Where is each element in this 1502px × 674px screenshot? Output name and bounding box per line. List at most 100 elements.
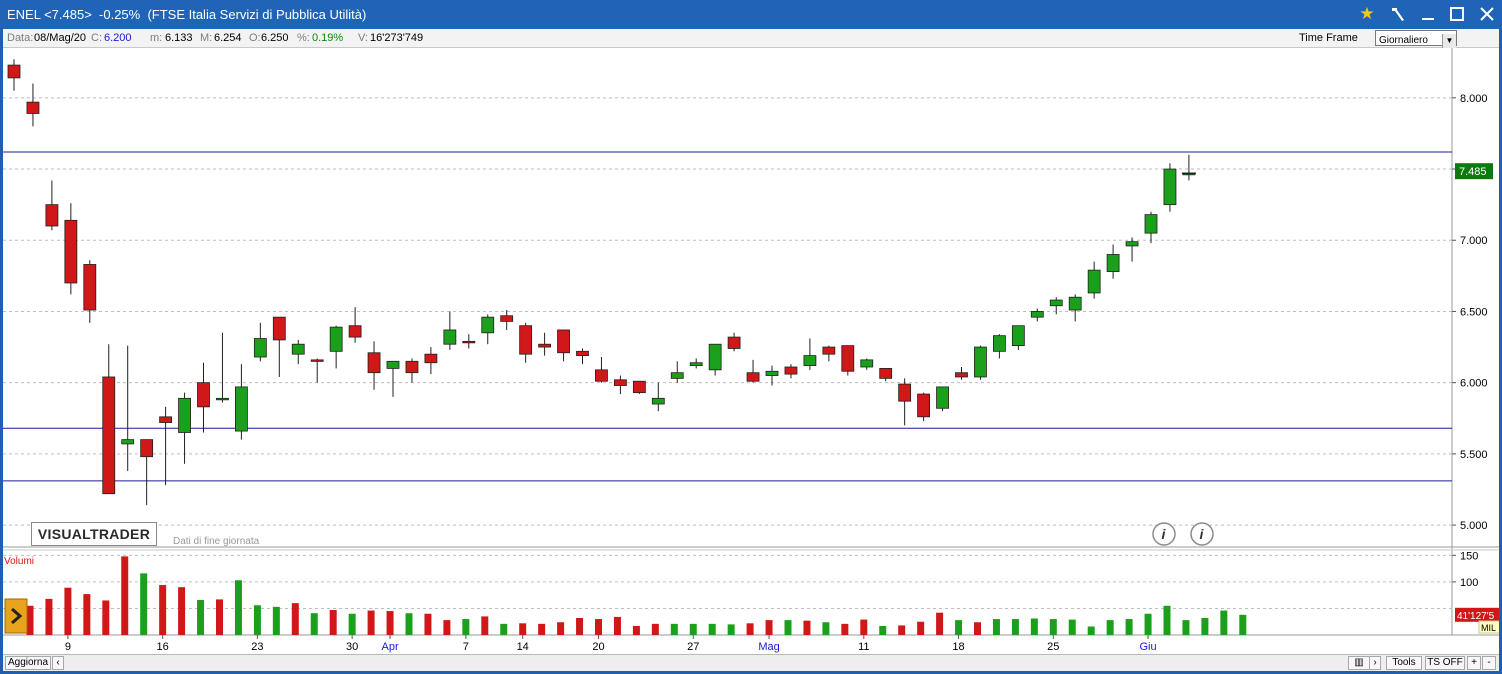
candle-body[interactable]	[784, 366, 798, 375]
volume-bar[interactable]	[632, 625, 640, 635]
volume-bar[interactable]	[45, 598, 53, 635]
candle-body[interactable]	[651, 397, 665, 405]
volume-bar[interactable]	[651, 623, 659, 635]
volume-bar[interactable]	[102, 600, 110, 635]
volume-bar[interactable]	[708, 623, 716, 635]
volume-bar[interactable]	[443, 620, 451, 635]
volume-bar[interactable]	[272, 606, 280, 635]
candle-body[interactable]	[576, 350, 589, 356]
volume-bar[interactable]	[1030, 618, 1038, 635]
tools-button[interactable]: Tools	[1386, 656, 1422, 670]
volume-bar[interactable]	[860, 619, 868, 635]
volume-bar[interactable]	[1011, 619, 1019, 635]
zoom-in-button[interactable]: +	[1467, 656, 1481, 670]
candle-body[interactable]	[993, 335, 1006, 352]
candle-body[interactable]	[121, 439, 135, 445]
volume-bar[interactable]	[26, 605, 34, 635]
candle-body[interactable]	[1011, 325, 1025, 347]
volume-bar[interactable]	[197, 599, 205, 635]
timeframe-select[interactable]: Giornaliero ▼	[1375, 30, 1457, 48]
candle-body[interactable]	[955, 372, 968, 378]
candle-body[interactable]	[1049, 299, 1063, 307]
candle-body[interactable]	[26, 101, 40, 114]
candle-body[interactable]	[974, 346, 987, 378]
candle-body[interactable]	[386, 360, 400, 369]
candle-body[interactable]	[102, 376, 116, 495]
volume-bar[interactable]	[424, 613, 432, 635]
candle-body[interactable]	[462, 340, 476, 344]
volume-bar[interactable]	[727, 624, 735, 635]
volume-bar[interactable]	[898, 625, 906, 635]
expand-panel-button[interactable]	[4, 598, 28, 634]
candle-body[interactable]	[1144, 214, 1158, 234]
chart-area[interactable]: 8.0007.5007.0006.5006.0005.5005.0007.485…	[3, 48, 1502, 654]
volume-bar[interactable]	[481, 616, 489, 635]
volume-bar[interactable]	[613, 616, 621, 635]
volume-bar[interactable]	[121, 556, 129, 635]
candle-body[interactable]	[83, 264, 97, 311]
volume-bar[interactable]	[1239, 614, 1247, 635]
volume-bar[interactable]	[1163, 605, 1171, 635]
candle-body[interactable]	[595, 369, 608, 382]
volume-bar[interactable]	[1220, 610, 1228, 635]
candle-body[interactable]	[614, 379, 627, 386]
volume-bar[interactable]	[746, 623, 754, 635]
chevron-down-icon[interactable]: ▼	[1442, 34, 1456, 48]
volume-bar[interactable]	[822, 622, 830, 635]
candle-body[interactable]	[898, 383, 912, 402]
candle-body[interactable]	[860, 359, 874, 368]
volume-bar[interactable]	[670, 623, 678, 635]
volume-bar[interactable]	[538, 623, 546, 635]
volume-bar[interactable]	[1068, 619, 1076, 635]
candle-body[interactable]	[727, 336, 741, 349]
candle-body[interactable]	[272, 316, 286, 341]
volume-bar[interactable]	[1087, 626, 1095, 636]
candle-body[interactable]	[1087, 269, 1101, 294]
candle-body[interactable]	[348, 325, 362, 338]
candle-body[interactable]	[1068, 296, 1082, 311]
pin-icon[interactable]	[1384, 2, 1412, 26]
scroll-left-icon[interactable]: ‹	[52, 656, 64, 670]
volume-bar[interactable]	[784, 620, 792, 635]
candle-body[interactable]	[1125, 241, 1139, 247]
volume-bar[interactable]	[1144, 613, 1152, 635]
candle-body[interactable]	[689, 362, 703, 366]
volume-bar[interactable]	[367, 610, 375, 635]
candle-body[interactable]	[443, 329, 457, 345]
ts-off-button[interactable]: TS OFF	[1425, 656, 1465, 670]
candle-body[interactable]	[329, 326, 343, 352]
volume-bar[interactable]	[765, 620, 773, 635]
candle-body[interactable]	[291, 343, 305, 355]
candle-body[interactable]	[216, 397, 229, 401]
candle-body[interactable]	[746, 372, 760, 382]
volume-bar[interactable]	[140, 573, 148, 635]
candle-body[interactable]	[670, 372, 684, 379]
volume-bar[interactable]	[936, 612, 944, 635]
volume-bar[interactable]	[253, 605, 261, 635]
maximize-icon[interactable]	[1443, 2, 1471, 26]
candle-body[interactable]	[234, 386, 248, 432]
candle-body[interactable]	[405, 360, 419, 374]
minimize-icon[interactable]	[1414, 2, 1442, 26]
candlestick-chart[interactable]: 8.0007.5007.0006.5006.0005.5005.0007.485…	[3, 48, 1502, 654]
close-icon[interactable]	[1473, 2, 1501, 26]
candle-body[interactable]	[879, 368, 893, 379]
volume-bar[interactable]	[178, 587, 186, 635]
volume-bar[interactable]	[159, 585, 167, 635]
volume-bar[interactable]	[841, 623, 849, 635]
candle-body[interactable]	[841, 345, 855, 372]
candle-body[interactable]	[1106, 254, 1120, 272]
volume-bar[interactable]	[291, 603, 299, 635]
volume-bar[interactable]	[216, 599, 223, 635]
candle-body[interactable]	[936, 386, 949, 409]
volume-bar[interactable]	[1201, 618, 1209, 635]
candle-body[interactable]	[310, 359, 324, 362]
candle-body[interactable]	[481, 316, 495, 334]
volume-bar[interactable]	[234, 580, 242, 635]
volume-bar[interactable]	[557, 622, 565, 635]
candle-body[interactable]	[140, 439, 154, 458]
scroll-right-icon[interactable]: ›	[1369, 656, 1381, 670]
candle-body[interactable]	[803, 355, 817, 366]
volume-bar[interactable]	[689, 623, 697, 635]
volume-bar[interactable]	[405, 613, 413, 635]
